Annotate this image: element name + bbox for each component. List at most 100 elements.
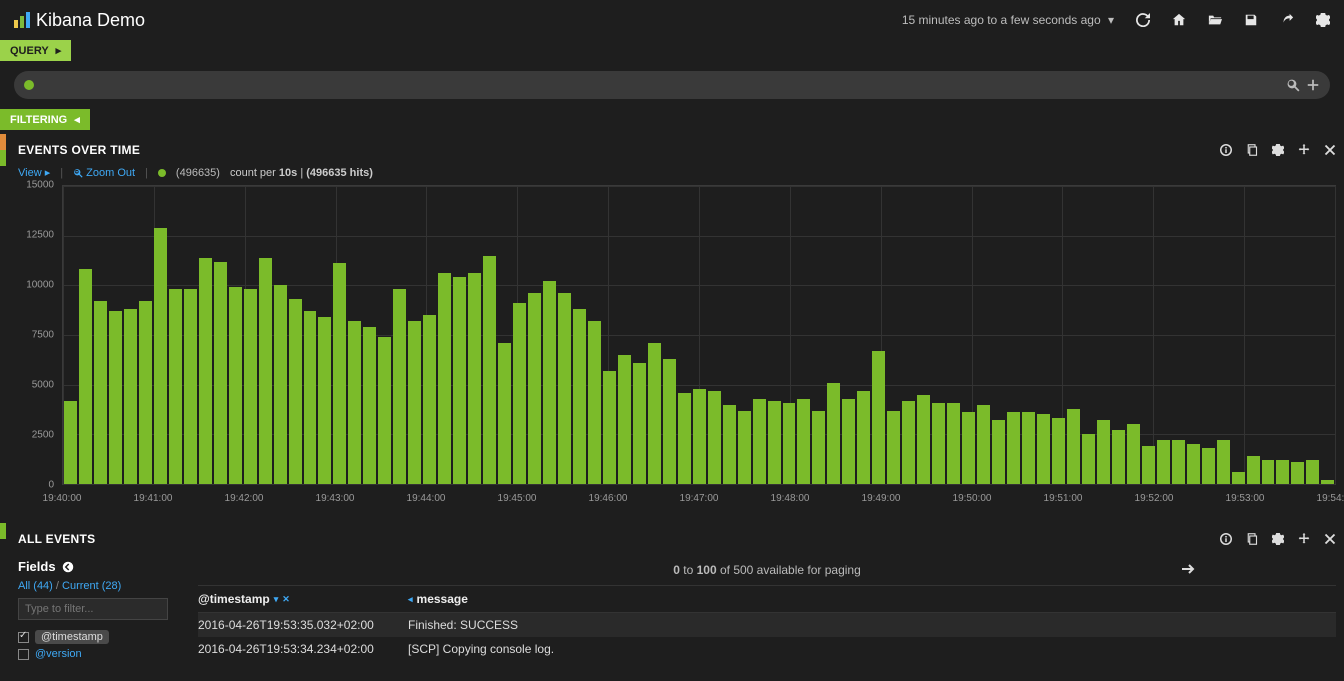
field-row-timestamp[interactable]: @timestamp — [18, 628, 188, 646]
bar[interactable] — [363, 327, 376, 484]
search-icon[interactable] — [1286, 78, 1300, 92]
move-icon[interactable] — [1298, 144, 1310, 156]
search-input[interactable] — [40, 78, 1280, 92]
copy-icon[interactable] — [1246, 533, 1258, 545]
bar[interactable] — [1052, 418, 1065, 484]
copy-icon[interactable] — [1246, 144, 1258, 156]
bar[interactable] — [753, 399, 766, 484]
bar[interactable] — [962, 412, 975, 484]
filtering-tab[interactable]: FILTERING ◂ — [0, 109, 90, 130]
chart-area[interactable]: 0250050007500100001250015000 19:40:0019:… — [10, 185, 1344, 515]
bar[interactable] — [259, 258, 272, 484]
bar[interactable] — [827, 383, 840, 484]
bar[interactable] — [1067, 409, 1080, 484]
bar[interactable] — [289, 299, 302, 484]
chart-plot[interactable] — [62, 185, 1336, 485]
bar[interactable] — [214, 262, 227, 485]
bar[interactable] — [498, 343, 511, 484]
bar[interactable] — [304, 311, 317, 484]
save-icon[interactable] — [1244, 13, 1258, 27]
bar[interactable] — [738, 411, 751, 485]
field-filter-input[interactable] — [18, 598, 168, 620]
bar[interactable] — [318, 317, 331, 484]
bar[interactable] — [199, 258, 212, 484]
bar[interactable] — [887, 411, 900, 485]
bar[interactable] — [783, 403, 796, 484]
bar[interactable] — [1187, 444, 1200, 484]
remove-col-icon[interactable]: ✕ — [282, 594, 290, 605]
bar[interactable] — [1082, 434, 1095, 484]
bar[interactable] — [648, 343, 661, 484]
bar[interactable] — [1037, 414, 1050, 484]
column-message[interactable]: ◂ message — [408, 592, 1336, 606]
bar[interactable] — [947, 403, 960, 484]
bar[interactable] — [1157, 440, 1170, 484]
bar[interactable] — [902, 401, 915, 484]
bar[interactable] — [1276, 460, 1289, 484]
bar[interactable] — [1097, 420, 1110, 484]
bar[interactable] — [1112, 430, 1125, 484]
time-picker[interactable]: 15 minutes ago to a few seconds ago ▾ — [902, 13, 1114, 27]
bar[interactable] — [274, 285, 287, 484]
next-page-icon[interactable] — [1180, 561, 1196, 577]
bar[interactable] — [154, 228, 167, 484]
fields-heading[interactable]: Fields — [18, 555, 188, 578]
bar[interactable] — [603, 371, 616, 484]
bar[interactable] — [109, 311, 122, 484]
column-timestamp[interactable]: @timestamp ▾ ✕ — [198, 592, 408, 606]
bar[interactable] — [558, 293, 571, 484]
bar[interactable] — [1291, 462, 1304, 484]
bar[interactable] — [573, 309, 586, 484]
bar[interactable] — [678, 393, 691, 484]
bar[interactable] — [1306, 460, 1319, 484]
bar[interactable] — [169, 289, 182, 484]
bar[interactable] — [333, 263, 346, 484]
current-fields-link[interactable]: Current (28) — [62, 580, 121, 592]
bar[interactable] — [543, 281, 556, 484]
move-icon[interactable] — [1298, 533, 1310, 545]
bar[interactable] — [378, 337, 391, 484]
bar[interactable] — [872, 351, 885, 484]
info-icon[interactable] — [1220, 533, 1232, 545]
checkbox-icon[interactable] — [18, 649, 29, 660]
bar[interactable] — [244, 289, 257, 484]
all-fields-link[interactable]: All (44) — [18, 580, 53, 592]
bar[interactable] — [348, 321, 361, 484]
close-icon[interactable] — [1324, 144, 1336, 156]
bar[interactable] — [708, 391, 721, 484]
bar[interactable] — [1127, 424, 1140, 484]
bar[interactable] — [513, 303, 526, 484]
view-link[interactable]: View ▸ — [18, 166, 50, 179]
bar[interactable] — [812, 411, 825, 485]
bar[interactable] — [1247, 456, 1260, 484]
home-icon[interactable] — [1172, 13, 1186, 27]
bar[interactable] — [1232, 472, 1245, 484]
bar[interactable] — [932, 403, 945, 484]
bar[interactable] — [1202, 448, 1215, 484]
table-row[interactable]: 2016-04-26T19:53:34.234+02:00[SCP] Copyi… — [198, 637, 1336, 661]
share-icon[interactable] — [1280, 13, 1294, 27]
bar[interactable] — [229, 287, 242, 484]
bar[interactable] — [1022, 412, 1035, 484]
field-row-version[interactable]: @version — [18, 646, 188, 662]
bar[interactable] — [423, 315, 436, 484]
refresh-icon[interactable] — [1136, 13, 1150, 27]
bar[interactable] — [1321, 480, 1334, 484]
bar[interactable] — [1172, 440, 1185, 484]
bar[interactable] — [588, 321, 601, 484]
bar[interactable] — [992, 420, 1005, 484]
bar[interactable] — [633, 363, 646, 484]
app-logo[interactable]: Kibana Demo — [14, 10, 145, 31]
query-tab[interactable]: QUERY ▸ — [0, 40, 71, 61]
bar[interactable] — [723, 405, 736, 484]
add-query-icon[interactable] — [1306, 78, 1320, 92]
bar[interactable] — [917, 395, 930, 484]
move-col-left-icon[interactable]: ◂ — [408, 594, 413, 605]
bar[interactable] — [842, 399, 855, 484]
bar[interactable] — [184, 289, 197, 484]
bar[interactable] — [94, 301, 107, 484]
bar[interactable] — [1007, 412, 1020, 484]
bar[interactable] — [453, 277, 466, 484]
panel-grip[interactable] — [0, 134, 6, 166]
folder-open-icon[interactable] — [1208, 13, 1222, 27]
